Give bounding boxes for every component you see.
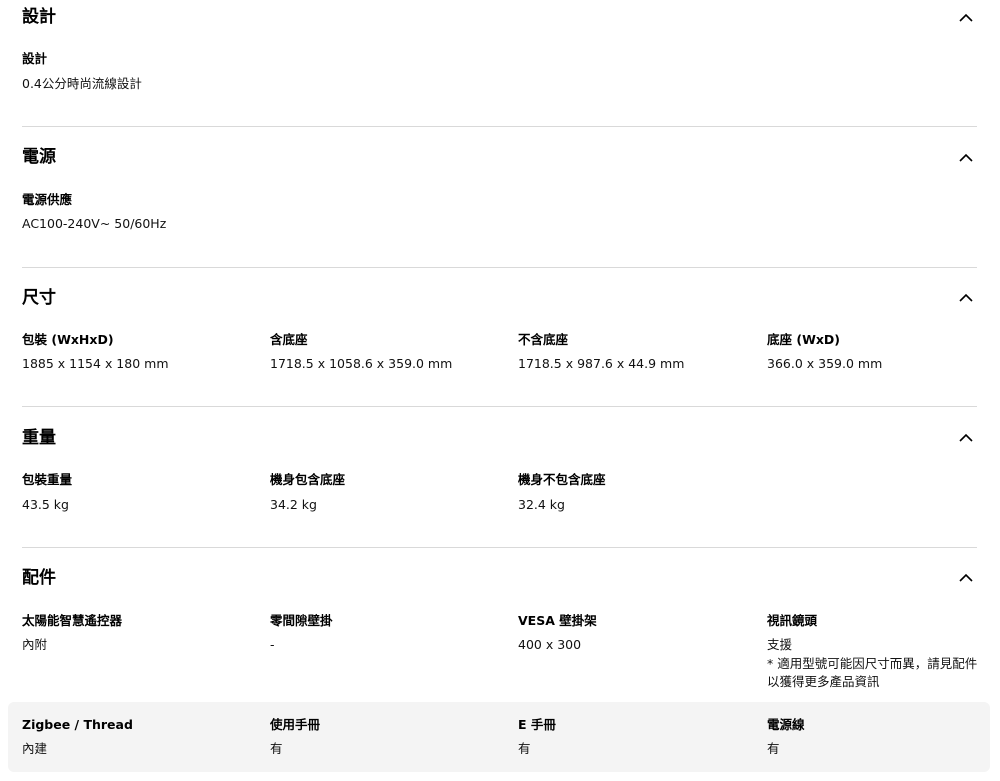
spec-label: 視訊鏡頭: [767, 613, 818, 628]
section-title-accessories[interactable]: 配件: [22, 566, 56, 590]
spec-label: 機身不包含底座: [518, 472, 606, 487]
spec-label: 含底座: [270, 332, 308, 347]
spec-label: 機身包含底座: [270, 472, 346, 487]
spec-label: 太陽能智慧遙控器: [22, 613, 123, 628]
chevron-up-icon[interactable]: [957, 9, 975, 27]
spec-value: 34.2 kg: [270, 497, 317, 512]
divider: [22, 547, 977, 548]
spec-label: 設計: [22, 51, 48, 66]
divider: [22, 267, 977, 268]
section-title-dimensions[interactable]: 尺寸: [22, 286, 56, 310]
section-title-weight[interactable]: 重量: [22, 426, 56, 450]
spec-label: 使用手冊: [270, 717, 321, 732]
spec-value: 43.5 kg: [22, 497, 69, 512]
chevron-up-icon[interactable]: [957, 569, 975, 587]
spec-value: 0.4公分時尚流線設計: [22, 76, 142, 91]
spec-value: 400 x 300: [518, 637, 582, 652]
spec-label: 包裝 (WxHxD): [22, 332, 114, 347]
chevron-up-icon[interactable]: [957, 429, 975, 447]
spec-value: 有: [518, 741, 531, 756]
divider: [22, 126, 977, 127]
spec-label: VESA 壁掛架: [518, 613, 597, 628]
spec-value: 內建: [22, 741, 48, 756]
chevron-up-icon[interactable]: [957, 149, 975, 167]
spec-value: 366.0 x 359.0 mm: [767, 356, 883, 371]
section-title-power[interactable]: 電源: [22, 145, 56, 169]
chevron-up-icon[interactable]: [957, 289, 975, 307]
highlight-row-background: [8, 702, 990, 772]
spec-value: 1718.5 x 987.6 x 44.9 mm: [518, 356, 685, 371]
spec-value: 支援: [767, 637, 793, 652]
spec-value: 有: [767, 741, 780, 756]
spec-label: 零間隙壁掛: [270, 613, 333, 628]
spec-value: 32.4 kg: [518, 497, 565, 512]
spec-label: 電源供應: [22, 192, 73, 207]
spec-value: 1718.5 x 1058.6 x 359.0 mm: [270, 356, 453, 371]
spec-value: 有: [270, 741, 283, 756]
spec-value: -: [270, 637, 275, 652]
spec-footnote: * 適用型號可能因尺寸而異，請見配件以獲得更多產品資訊: [767, 656, 978, 689]
spec-label: 包裝重量: [22, 472, 73, 487]
spec-label: Zigbee / Thread: [22, 717, 133, 732]
spec-label: 電源線: [767, 717, 805, 732]
divider: [22, 406, 977, 407]
section-title-design[interactable]: 設計: [22, 5, 56, 29]
spec-label: E 手冊: [518, 717, 556, 732]
spec-value: 1885 x 1154 x 180 mm: [22, 356, 169, 371]
spec-label: 底座 (WxD): [767, 332, 841, 347]
spec-value: 內附: [22, 637, 48, 652]
spec-value: AC100-240V~ 50/60Hz: [22, 216, 167, 231]
spec-label: 不含底座: [518, 332, 569, 347]
